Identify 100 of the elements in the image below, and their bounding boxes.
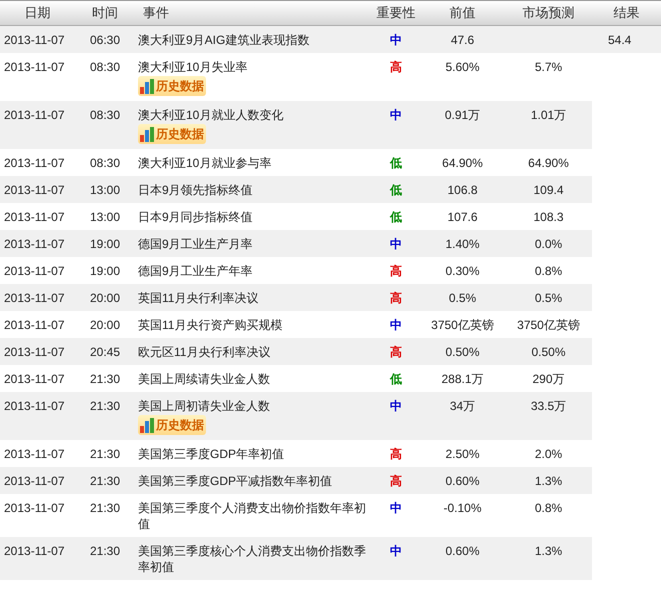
table-cell: 1.3% [534,544,562,558]
event-text: 美国第三季度个人消费支出物价指数年率初值 [138,500,367,532]
table-cell: -0.10% [443,501,482,515]
time-text: 21:30 [90,399,120,413]
column-header: 前值 [448,4,476,22]
date-text: 2013-11-07 [4,291,64,305]
table-cell: 0.50% [531,345,566,359]
time-text: 20:00 [90,318,120,332]
importance-text: 低 [390,210,402,224]
table-cell: 2.50% [445,447,480,461]
table-cell: 0.91万 [444,108,480,122]
bar-chart-icon [140,78,154,94]
importance-text: 高 [390,345,402,359]
event-text: 美国上周续请失业金人数 [138,371,271,387]
date-text: 2013-11-07 [4,345,64,359]
table-cell: 0.30% [445,264,480,278]
table-cell: 106.8 [447,183,478,197]
date-text: 2013-11-07 [4,318,64,332]
column-header: 结果 [612,4,640,22]
importance-text: 中 [390,33,402,47]
date-text: 2013-11-07 [4,183,64,197]
table-cell: 0.8% [534,264,562,278]
event-text: 欧元区11月央行利率决议 [138,344,272,360]
table-cell: 108.3 [533,210,564,224]
history-data-button[interactable]: 历史数据 [138,415,206,435]
table-cell: 0.5% [448,291,476,305]
event-text: 美国第三季度GDP平减指数年率初值 [138,473,334,489]
table-cell: 0.60% [445,544,480,558]
time-text: 20:00 [90,291,120,305]
event-text: 德国9月工业生产月率 [138,236,254,252]
history-data-button[interactable]: 历史数据 [138,76,206,96]
time-text: 08:30 [90,156,120,170]
time-text: 19:00 [90,237,120,251]
table-cell: 290万 [532,372,565,386]
date-text: 2013-11-07 [4,474,64,488]
date-text: 2013-11-07 [4,399,64,413]
table-cell: 0.60% [445,474,480,488]
table-cell: 54.4 [592,26,661,53]
table-cell: 34万 [450,399,476,413]
date-text: 2013-11-07 [4,156,64,170]
table-cell: 64.90% [442,156,483,170]
time-text: 21:30 [90,372,120,386]
table-cell: 5.7% [534,60,562,74]
bar-chart-icon [140,126,154,142]
time-text: 08:30 [90,60,120,74]
bar-chart-icon [140,417,154,433]
importance-text: 中 [390,108,402,122]
event-text: 澳大利亚10月失业率 [138,59,248,75]
event-text: 澳大利亚9月AIG建筑业表现指数 [138,32,310,48]
event-text: 美国第三季度核心个人消费支出物价指数季率初值 [138,543,367,575]
time-text: 21:30 [90,501,120,515]
table-cell: 2.0% [534,447,562,461]
importance-text: 高 [390,60,402,74]
column-header: 重要性 [376,4,416,22]
date-text: 2013-11-07 [4,33,64,47]
date-text: 2013-11-07 [4,210,64,224]
date-text: 2013-11-07 [4,372,64,386]
table-cell: 47.6 [450,33,474,47]
event-text: 澳大利亚10月就业参与率 [138,155,272,171]
column-header: 事件 [142,4,170,22]
time-text: 13:00 [90,183,120,197]
date-text: 2013-11-07 [4,544,64,558]
table-cell: 109.4 [533,183,564,197]
event-text: 德国9月工业生产年率 [138,263,254,279]
importance-text: 低 [390,183,402,197]
importance-text: 低 [390,156,402,170]
table-cell: 0.50% [445,345,480,359]
time-text: 06:30 [90,33,120,47]
time-text: 21:30 [90,474,120,488]
importance-text: 高 [390,264,402,278]
table-cell: 288.1万 [441,372,484,386]
importance-text: 中 [390,237,402,251]
column-header: 日期 [24,4,52,22]
table-cell: 0.0% [534,237,562,251]
date-text: 2013-11-07 [4,60,64,74]
event-text: 美国第三季度GDP年率初值 [138,446,286,462]
importance-text: 低 [390,372,402,386]
event-text: 日本9月领先指标终值 [138,182,254,198]
time-text: 20:45 [90,345,120,359]
table-cell: 3750亿英镑 [517,318,580,332]
history-data-button[interactable]: 历史数据 [138,124,206,144]
table-cell: 5.60% [445,60,480,74]
time-text: 13:00 [90,210,120,224]
table-cell: 1.3% [534,474,562,488]
time-text: 21:30 [90,447,120,461]
table-cell: 1.40% [445,237,480,251]
event-text: 日本9月同步指标终值 [138,209,254,225]
importance-text: 高 [390,291,402,305]
importance-text: 高 [390,474,402,488]
time-text: 21:30 [90,544,120,558]
date-text: 2013-11-07 [4,264,64,278]
event-text: 英国11月央行资产购买规模 [138,317,284,333]
date-text: 2013-11-07 [4,108,64,122]
table-cell: 107.6 [447,210,478,224]
time-text: 19:00 [90,264,120,278]
importance-text: 高 [390,447,402,461]
table-cell: 3750亿英镑 [431,318,494,332]
table-cell: 0.5% [534,291,562,305]
date-text: 2013-11-07 [4,501,64,515]
event-text: 英国11月央行利率决议 [138,290,260,306]
